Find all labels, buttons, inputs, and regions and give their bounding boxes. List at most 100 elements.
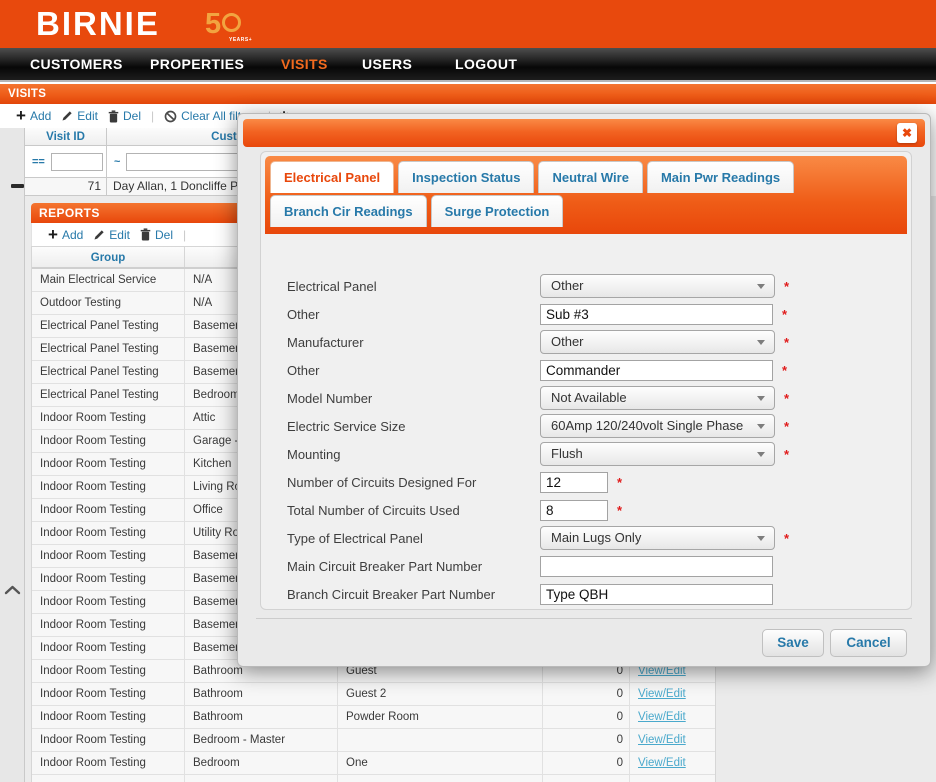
field-label: Main Circuit Breaker Part Number	[287, 559, 540, 574]
brand-logo: BIRNIE	[36, 5, 160, 43]
report-group-cell: Main Electrical Service	[32, 269, 185, 291]
section-title: VISITS	[0, 84, 936, 104]
report-name-cell: Powder Room	[338, 706, 543, 728]
add-button[interactable]: Add	[30, 109, 51, 123]
field-label: Number of Circuits Designed For	[287, 475, 540, 490]
tab-electrical-panel[interactable]: Electrical Panel	[270, 161, 394, 193]
form-row: Mounting Flush *	[261, 440, 911, 468]
tab-label: Inspection Status	[412, 170, 520, 185]
table-row[interactable]	[32, 775, 715, 782]
select-control[interactable]: Not Available	[540, 386, 775, 410]
nav-item-users[interactable]: USERS	[362, 48, 412, 80]
close-icon[interactable]: ✖	[897, 123, 917, 143]
report-location-cell: Bathroom	[185, 683, 338, 705]
text-input[interactable]	[540, 304, 773, 325]
edit-button[interactable]: Edit	[77, 109, 98, 123]
text-input[interactable]	[540, 556, 773, 577]
clear-filters-icon[interactable]	[164, 110, 177, 123]
column-header-visit-id[interactable]: Visit ID	[25, 128, 107, 145]
pencil-icon[interactable]	[61, 110, 73, 122]
required-asterisk: *	[784, 391, 789, 406]
reports-edit-button[interactable]: Edit	[109, 228, 130, 242]
tab-branch-cir-readings[interactable]: Branch Cir Readings	[270, 195, 427, 227]
add-icon[interactable]: +	[14, 109, 26, 123]
tab-label: Main Pwr Readings	[661, 170, 780, 185]
required-asterisk: *	[784, 447, 789, 462]
chevron-down-icon	[757, 452, 765, 457]
filter-operator-contains[interactable]: ~	[114, 156, 120, 168]
report-group-cell: Indoor Room Testing	[32, 660, 185, 682]
select-value: Other	[551, 278, 584, 293]
report-action-cell: View/Edit	[630, 683, 715, 705]
table-row[interactable]: Indoor Room Testing Bathroom Powder Room…	[32, 706, 715, 729]
filter-operator-equals[interactable]: ==	[32, 156, 45, 168]
select-value: Not Available	[551, 390, 627, 405]
select-value: Other	[551, 334, 584, 349]
form-row: Manufacturer Other *	[261, 328, 911, 356]
cancel-button[interactable]: Cancel	[830, 629, 907, 657]
tab-label: Branch Cir Readings	[284, 204, 413, 219]
nav-item-customers[interactable]: CUSTOMERS	[30, 48, 123, 80]
tab-inspection-status[interactable]: Inspection Status	[398, 161, 534, 193]
text-input[interactable]	[540, 360, 773, 381]
toolbar-separator: |	[183, 228, 186, 242]
text-input[interactable]	[540, 500, 608, 521]
form-row: Other *	[261, 356, 911, 384]
field-label: Electrical Panel	[287, 279, 540, 294]
table-row[interactable]: Indoor Room Testing Bedroom One 0 View/E…	[32, 752, 715, 775]
tab-main-pwr-readings[interactable]: Main Pwr Readings	[647, 161, 794, 193]
nav-item-properties[interactable]: PROPERTIES	[150, 48, 244, 80]
tab-surge-protection[interactable]: Surge Protection	[431, 195, 564, 227]
nav-item-label: PROPERTIES	[150, 56, 244, 72]
app-screen: BIRNIE 5 YEARS+ CUSTOMERS PROPERTIES VISIT…	[0, 0, 936, 782]
report-location-cell: Bedroom	[185, 752, 338, 774]
reports-del-button[interactable]: Del	[155, 228, 173, 242]
report-action-cell: View/Edit	[630, 706, 715, 728]
table-row[interactable]: Indoor Room Testing Bedroom - Master 0 V…	[32, 729, 715, 752]
chevron-up-icon[interactable]	[4, 585, 21, 595]
dialog-titlebar[interactable]: ✖	[243, 119, 925, 147]
report-group-cell: Indoor Room Testing	[32, 499, 185, 521]
report-group-cell: Outdoor Testing	[32, 292, 185, 314]
field-label: Other	[287, 307, 540, 322]
report-count-cell: 0	[543, 683, 630, 705]
view-edit-link[interactable]: View/Edit	[638, 711, 686, 723]
chevron-down-icon	[757, 284, 765, 289]
nav-item-label: LOGOUT	[455, 56, 517, 72]
save-button[interactable]: Save	[762, 629, 824, 657]
required-asterisk: *	[782, 307, 787, 322]
select-control[interactable]: Other	[540, 330, 775, 354]
select-control[interactable]: Main Lugs Only	[540, 526, 775, 550]
trash-icon[interactable]	[140, 228, 151, 241]
trash-icon[interactable]	[108, 110, 119, 123]
text-input[interactable]	[540, 584, 773, 605]
report-group-cell: Indoor Room Testing	[32, 706, 185, 728]
report-group-cell: Electrical Panel Testing	[32, 338, 185, 360]
report-name-cell	[338, 775, 543, 782]
view-edit-link[interactable]: View/Edit	[638, 688, 686, 700]
report-group-cell: Indoor Room Testing	[32, 729, 185, 751]
text-input[interactable]	[540, 472, 608, 493]
field-label: Mounting	[287, 447, 540, 462]
header-banner: BIRNIE 5 YEARS+	[0, 0, 936, 48]
nav-item-visits[interactable]: VISITS	[281, 48, 328, 80]
select-control[interactable]: Flush	[540, 442, 775, 466]
del-button[interactable]: Del	[123, 109, 141, 123]
select-control[interactable]: Other	[540, 274, 775, 298]
visit-id-filter-input[interactable]	[51, 153, 103, 171]
required-asterisk: *	[784, 335, 789, 350]
tab-neutral-wire[interactable]: Neutral Wire	[538, 161, 642, 193]
reports-add-button[interactable]: Add	[62, 228, 83, 242]
collapse-row-icon[interactable]	[11, 184, 24, 188]
add-icon[interactable]: +	[46, 228, 58, 242]
required-asterisk: *	[784, 531, 789, 546]
pencil-icon[interactable]	[93, 229, 105, 241]
nav-item-logout[interactable]: LOGOUT	[455, 48, 517, 80]
view-edit-link[interactable]: View/Edit	[638, 757, 686, 769]
toolbar-separator: |	[151, 109, 154, 123]
view-edit-link[interactable]: View/Edit	[638, 734, 686, 746]
select-control[interactable]: 60Amp 120/240volt Single Phase	[540, 414, 775, 438]
table-row[interactable]: Indoor Room Testing Bathroom Guest 2 0 V…	[32, 683, 715, 706]
column-header-group[interactable]: Group	[32, 247, 185, 267]
report-count-cell: 0	[543, 706, 630, 728]
